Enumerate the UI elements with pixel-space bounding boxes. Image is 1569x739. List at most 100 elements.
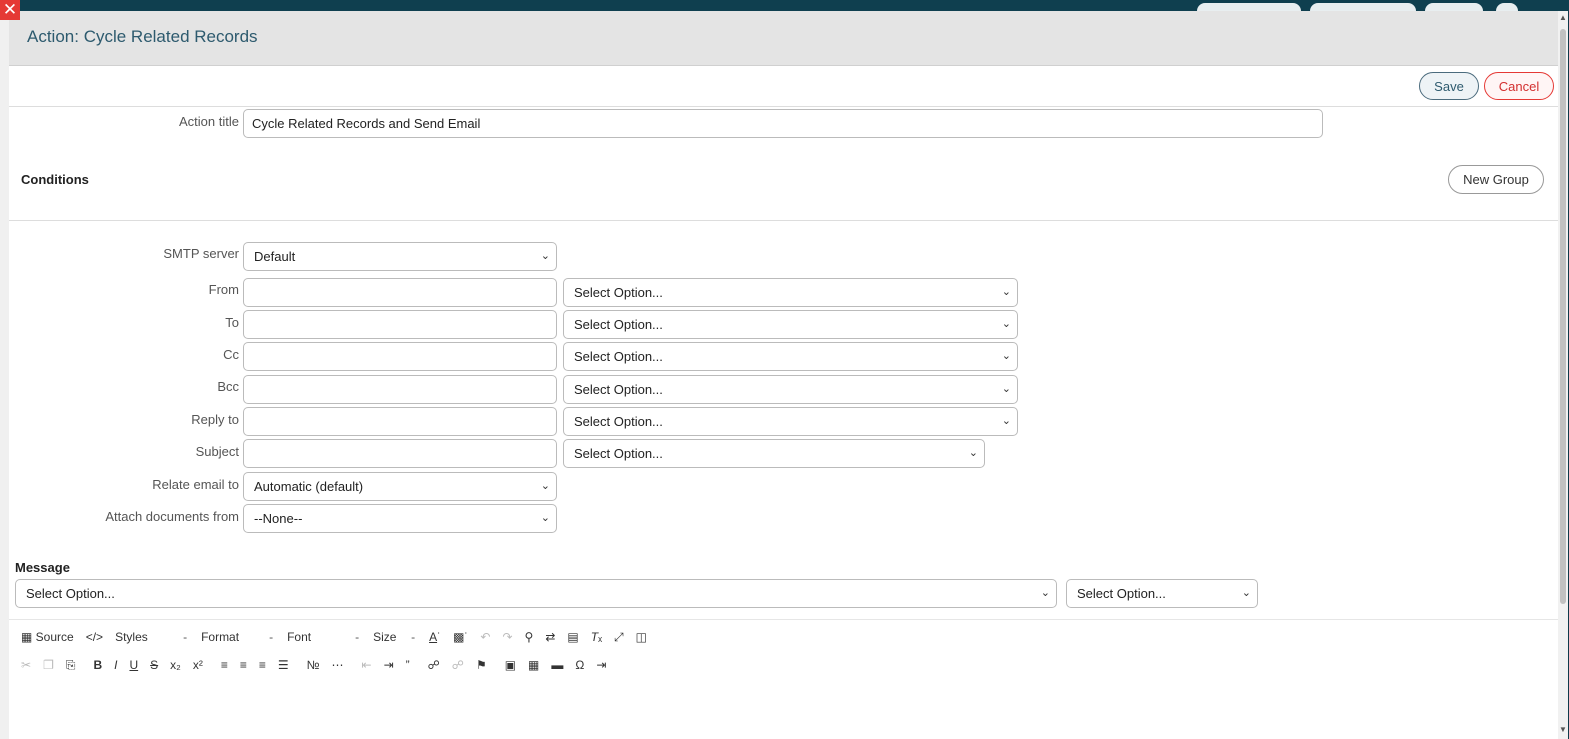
subject-option-value: Select Option... bbox=[574, 446, 663, 461]
subject-label: Subject bbox=[195, 444, 239, 459]
save-button[interactable]: Save bbox=[1419, 72, 1479, 100]
vertical-scrollbar[interactable]: ▲ ▼ bbox=[1558, 11, 1568, 739]
chevron-down-icon: ⌄ bbox=[1241, 587, 1251, 599]
italic-icon[interactable]: I bbox=[114, 658, 117, 672]
action-title-input[interactable] bbox=[243, 109, 1323, 138]
editor-toolbar-row-2: ✂ ❐ ⎘ B I U S x₂ x² ≡ ≡ ≡ ☰ № ⋯ ⇤ ⇥ ” ☍ … bbox=[21, 655, 618, 675]
indent-icon[interactable]: ⇥ bbox=[384, 658, 394, 672]
align-center-icon[interactable]: ≡ bbox=[240, 658, 247, 672]
cc-label: Cc bbox=[223, 347, 239, 362]
to-option-value: Select Option... bbox=[574, 317, 663, 332]
source-button[interactable]: ▦ Source bbox=[21, 630, 74, 644]
message-title: Message bbox=[15, 560, 70, 575]
justify-icon[interactable]: ☰ bbox=[278, 658, 289, 672]
to-option-select[interactable]: Select Option... ⌄ bbox=[563, 310, 1018, 339]
from-option-select[interactable]: Select Option... ⌄ bbox=[563, 278, 1018, 307]
scroll-down-icon[interactable]: ▼ bbox=[1559, 725, 1567, 734]
reply-to-input[interactable] bbox=[243, 407, 557, 436]
link-icon[interactable]: ☍ bbox=[428, 658, 440, 672]
from-option-value: Select Option... bbox=[574, 285, 663, 300]
font-combo[interactable]: Font - bbox=[287, 630, 359, 644]
code-snippet-icon[interactable]: </> bbox=[86, 630, 103, 644]
message-template-select[interactable]: Select Option... ⌄ bbox=[1066, 579, 1258, 608]
chevron-down-icon: ⌄ bbox=[1001, 318, 1011, 330]
outdent-icon[interactable]: ⇤ bbox=[362, 658, 372, 672]
from-input[interactable] bbox=[243, 278, 557, 307]
bcc-option-select[interactable]: Select Option... ⌄ bbox=[563, 375, 1018, 404]
conditions-title: Conditions bbox=[21, 172, 89, 187]
chevron-down-icon: ⌄ bbox=[540, 480, 550, 492]
relate-email-value: Automatic (default) bbox=[254, 479, 364, 494]
paste-icon[interactable]: ⎘ bbox=[66, 658, 76, 673]
size-combo[interactable]: Size - bbox=[373, 630, 415, 644]
unlink-icon[interactable]: ☍ bbox=[452, 658, 464, 672]
action-dialog: Action: Cycle Related Records Save Cance… bbox=[9, 11, 1568, 739]
smtp-server-label: SMTP server bbox=[163, 246, 239, 261]
reply-to-option-select[interactable]: Select Option... ⌄ bbox=[563, 407, 1018, 436]
subscript-icon[interactable]: x₂ bbox=[170, 658, 181, 672]
subject-input[interactable] bbox=[243, 439, 557, 468]
maximize-icon[interactable]: ⤢ bbox=[614, 630, 624, 645]
relate-email-select[interactable]: Automatic (default) ⌄ bbox=[243, 472, 557, 501]
scroll-thumb[interactable] bbox=[1560, 29, 1566, 604]
select-all-icon[interactable]: ▤ bbox=[567, 630, 578, 644]
close-dialog-icon[interactable]: ✕ bbox=[0, 0, 20, 20]
bold-icon[interactable]: B bbox=[93, 658, 102, 672]
align-right-icon[interactable]: ≡ bbox=[259, 658, 266, 672]
cut-icon[interactable]: ✂ bbox=[21, 658, 31, 672]
replace-icon[interactable]: ⇄ bbox=[545, 630, 555, 644]
format-label: Format bbox=[201, 630, 240, 644]
superscript-icon[interactable]: x² bbox=[193, 658, 203, 672]
numbered-list-icon[interactable]: № bbox=[307, 658, 320, 672]
undo-icon[interactable]: ↶ bbox=[480, 630, 490, 644]
blockquote-icon[interactable]: ” bbox=[406, 658, 410, 672]
to-input[interactable] bbox=[243, 310, 557, 339]
chevron-down-icon: - bbox=[269, 630, 274, 644]
remove-format-icon[interactable]: Tₓ bbox=[591, 630, 602, 644]
underline-icon[interactable]: U bbox=[129, 658, 138, 672]
size-label: Size bbox=[373, 630, 397, 644]
divider bbox=[9, 619, 1558, 620]
copy-icon[interactable]: ❐ bbox=[43, 658, 54, 672]
bcc-input[interactable] bbox=[243, 375, 557, 404]
message-option-value: Select Option... bbox=[26, 586, 115, 601]
format-combo[interactable]: Format - bbox=[201, 630, 273, 644]
chevron-down-icon: ⌄ bbox=[968, 447, 978, 459]
image-icon[interactable]: ▣ bbox=[505, 658, 516, 672]
text-color-icon[interactable]: A˙ bbox=[429, 630, 441, 644]
scroll-up-icon[interactable]: ▲ bbox=[1559, 13, 1567, 22]
attach-documents-select[interactable]: --None-- ⌄ bbox=[243, 504, 557, 533]
redo-icon[interactable]: ↷ bbox=[502, 630, 512, 644]
attach-documents-label: Attach documents from bbox=[105, 509, 239, 524]
show-blocks-icon[interactable]: ◫ bbox=[636, 630, 647, 644]
bg-color-icon[interactable]: ▩˙ bbox=[453, 630, 468, 644]
styles-combo[interactable]: Styles - bbox=[115, 630, 187, 644]
chevron-down-icon: ⌄ bbox=[1001, 286, 1011, 298]
smtp-server-select[interactable]: Default ⌄ bbox=[243, 242, 557, 271]
cc-option-select[interactable]: Select Option... ⌄ bbox=[563, 342, 1018, 371]
action-title-label: Action title bbox=[179, 114, 239, 129]
styles-label: Styles bbox=[115, 630, 148, 644]
message-option-select[interactable]: Select Option... ⌄ bbox=[15, 579, 1057, 608]
anchor-icon[interactable]: ⚑ bbox=[476, 658, 487, 672]
special-char-icon[interactable]: Ω bbox=[575, 658, 584, 672]
cc-option-value: Select Option... bbox=[574, 349, 663, 364]
align-left-icon[interactable]: ≡ bbox=[221, 658, 228, 672]
chevron-down-icon: ⌄ bbox=[1040, 587, 1050, 599]
cc-input[interactable] bbox=[243, 342, 557, 371]
bulleted-list-icon[interactable]: ⋯ bbox=[332, 658, 344, 672]
new-group-button[interactable]: New Group bbox=[1448, 165, 1544, 194]
table-icon[interactable]: ▦ bbox=[528, 658, 539, 672]
editor-toolbar-row-1: ▦ Source </> Styles - Format - Font - Size -… bbox=[21, 627, 659, 647]
page-break-icon[interactable]: ⇥ bbox=[596, 658, 606, 672]
smtp-server-value: Default bbox=[254, 249, 296, 264]
relate-email-label: Relate email to bbox=[152, 477, 239, 492]
horizontal-line-icon[interactable]: ▬ bbox=[551, 658, 563, 672]
source-label: Source bbox=[35, 630, 74, 644]
find-icon[interactable]: ⚲ bbox=[525, 630, 534, 644]
strike-icon[interactable]: S bbox=[150, 658, 158, 672]
subject-option-select[interactable]: Select Option... ⌄ bbox=[563, 439, 985, 468]
cancel-button[interactable]: Cancel bbox=[1484, 72, 1554, 100]
chevron-down-icon: ⌄ bbox=[540, 250, 550, 262]
chevron-down-icon: - bbox=[183, 630, 188, 644]
